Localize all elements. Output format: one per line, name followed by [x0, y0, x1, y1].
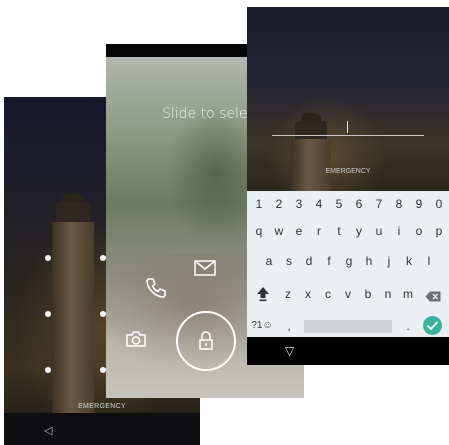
- key-4[interactable]: 4: [310, 192, 328, 216]
- key-n[interactable]: n: [379, 282, 397, 306]
- key-s[interactable]: s: [280, 249, 298, 273]
- key-e[interactable]: e: [290, 219, 308, 243]
- key-g[interactable]: g: [340, 249, 358, 273]
- key-w[interactable]: w: [270, 219, 288, 243]
- key-z[interactable]: z: [279, 282, 297, 306]
- key-o[interactable]: o: [410, 219, 428, 243]
- key-f[interactable]: f: [320, 249, 338, 273]
- back-icon[interactable]: ◁: [44, 424, 52, 437]
- mail-icon[interactable]: [194, 260, 216, 276]
- pattern-dot[interactable]: [45, 255, 51, 261]
- back-icon[interactable]: ▽: [285, 344, 294, 358]
- key-v[interactable]: v: [339, 282, 357, 306]
- key-p[interactable]: p: [430, 219, 448, 243]
- key-h[interactable]: h: [360, 249, 378, 273]
- lighthouse-wallpaper: [247, 7, 449, 191]
- key-3[interactable]: 3: [290, 192, 308, 216]
- soft-keyboard: 1 2 3 4 5 6 7 8 9 0 q w e r t y u i o p …: [247, 191, 449, 337]
- emergency-call-button[interactable]: EMERGENCY: [247, 168, 449, 175]
- enter-button[interactable]: [423, 316, 442, 335]
- pattern-dot[interactable]: [45, 367, 51, 373]
- comma-key[interactable]: ,: [280, 314, 298, 338]
- key-k[interactable]: k: [400, 249, 418, 273]
- key-c[interactable]: c: [319, 282, 337, 306]
- key-5[interactable]: 5: [330, 192, 348, 216]
- navigation-bar: ◁: [4, 413, 200, 445]
- key-0[interactable]: 0: [430, 192, 448, 216]
- lock-icon: [197, 330, 215, 352]
- backspace-icon[interactable]: [425, 289, 441, 302]
- symbols-key[interactable]: ?1☺: [249, 314, 275, 338]
- letter-row-1: q w e r t y u i o p: [247, 219, 449, 243]
- text-cursor: [347, 121, 348, 133]
- key-2[interactable]: 2: [270, 192, 288, 216]
- key-1[interactable]: 1: [250, 192, 268, 216]
- space-bar[interactable]: [304, 320, 392, 333]
- key-9[interactable]: 9: [410, 192, 428, 216]
- emergency-call-button[interactable]: EMERGENCY: [4, 403, 200, 410]
- key-b[interactable]: b: [359, 282, 377, 306]
- shift-icon[interactable]: [256, 286, 270, 302]
- number-row: 1 2 3 4 5 6 7 8 9 0: [247, 192, 449, 216]
- navigation-bar: ▽: [247, 337, 449, 365]
- key-6[interactable]: 6: [350, 192, 368, 216]
- key-m[interactable]: m: [399, 282, 417, 306]
- pin-input-field[interactable]: [272, 135, 424, 136]
- key-d[interactable]: d: [300, 249, 318, 273]
- phone-icon[interactable]: [144, 276, 168, 300]
- unlock-button[interactable]: [176, 311, 236, 371]
- key-7[interactable]: 7: [370, 192, 388, 216]
- letter-row-2: a s d f g h j k l: [247, 249, 449, 273]
- key-8[interactable]: 8: [390, 192, 408, 216]
- key-t[interactable]: t: [330, 219, 348, 243]
- key-l[interactable]: l: [420, 249, 438, 273]
- pattern-dot[interactable]: [45, 311, 51, 317]
- slide-hint-text: Slide to select: [162, 106, 261, 122]
- letter-row-3: z x c v b n m: [247, 282, 449, 306]
- key-x[interactable]: x: [299, 282, 317, 306]
- key-r[interactable]: r: [310, 219, 328, 243]
- key-i[interactable]: i: [390, 219, 408, 243]
- period-key[interactable]: .: [399, 314, 417, 338]
- key-u[interactable]: u: [370, 219, 388, 243]
- key-q[interactable]: q: [250, 219, 268, 243]
- key-y[interactable]: y: [350, 219, 368, 243]
- pin-entry-screen: EMERGENCY 1 2 3 4 5 6 7 8 9 0 q w e r t …: [247, 7, 449, 365]
- check-icon: [427, 321, 438, 330]
- key-a[interactable]: a: [260, 249, 278, 273]
- camera-icon[interactable]: [125, 330, 147, 348]
- key-j[interactable]: j: [380, 249, 398, 273]
